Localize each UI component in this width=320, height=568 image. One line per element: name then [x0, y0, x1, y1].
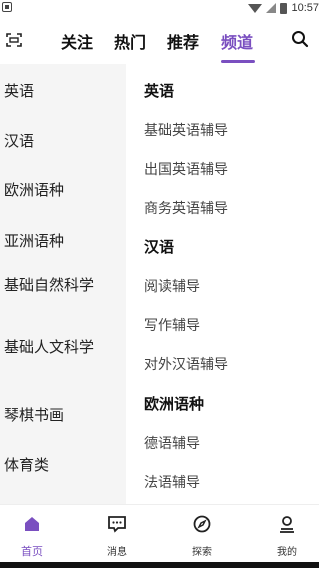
category-item[interactable]: 英语 [4, 80, 34, 102]
tab-follow[interactable]: 关注 [61, 29, 93, 53]
category-item[interactable]: 基础人文科学 [4, 336, 100, 358]
active-tab-indicator [221, 60, 255, 63]
list-item[interactable]: 商务英语辅导 [144, 198, 228, 218]
category-item[interactable]: 琴棋书画 [4, 404, 64, 426]
category-item[interactable]: 基础自然科学 [4, 274, 100, 296]
list-item[interactable]: 对外汉语辅导 [144, 354, 228, 374]
message-icon [107, 515, 127, 537]
bottom-nav-label: 消息 [107, 547, 127, 558]
home-icon [23, 515, 41, 537]
bottom-nav-messages[interactable]: 消息 [85, 505, 149, 563]
scan-icon[interactable] [6, 32, 22, 47]
compass-icon [193, 515, 211, 537]
wifi-icon [248, 3, 263, 13]
bottom-nav: 首页 消息 探索 我的 [0, 504, 319, 562]
clock: 10:57 [291, 2, 319, 14]
bottom-nav-profile[interactable]: 我的 [255, 505, 319, 563]
category-item[interactable]: 体育类 [4, 454, 49, 476]
list-item[interactable]: 阅读辅导 [144, 276, 200, 296]
top-nav: 关注 热门 推荐 频道 [0, 16, 319, 64]
bottom-nav-explore[interactable]: 探索 [170, 505, 234, 563]
category-sidebar: 英语 汉语 欧洲语种 亚洲语种 基础自然科学 基础人文科学 琴棋书画 体育类 [0, 64, 126, 504]
bottom-nav-home[interactable]: 首页 [0, 505, 64, 563]
category-item[interactable]: 汉语 [4, 130, 34, 152]
notification-icon [2, 2, 12, 12]
category-item[interactable]: 欧洲语种 [4, 179, 64, 201]
channel-content: 英语 基础英语辅导 出国英语辅导 商务英语辅导 汉语 阅读辅导 写作辅导 对外汉… [126, 64, 319, 504]
tab-hot[interactable]: 热门 [114, 29, 146, 53]
list-item[interactable]: 法语辅导 [144, 472, 200, 492]
section-title: 英语 [144, 82, 175, 100]
profile-icon [278, 515, 296, 537]
battery-icon [280, 2, 288, 14]
section-title: 汉语 [144, 238, 175, 256]
list-item[interactable]: 写作辅导 [144, 315, 200, 335]
section-title: 欧洲语种 [144, 395, 205, 413]
status-bar: 10:57 [0, 0, 319, 16]
list-item[interactable]: 德语辅导 [144, 433, 200, 453]
bottom-nav-label: 探索 [192, 547, 212, 558]
tab-channel[interactable]: 频道 [221, 29, 253, 53]
list-item[interactable]: 出国英语辅导 [144, 159, 228, 179]
tab-recommend[interactable]: 推荐 [167, 29, 199, 53]
search-icon[interactable] [291, 30, 309, 48]
bottom-nav-label: 我的 [277, 547, 297, 558]
system-nav-bar [0, 562, 319, 568]
status-icons: 10:57 [248, 0, 319, 16]
category-item[interactable]: 亚洲语种 [4, 230, 64, 252]
list-item[interactable]: 基础英语辅导 [144, 120, 228, 140]
bottom-nav-label: 首页 [21, 545, 43, 558]
signal-icon [266, 3, 277, 13]
